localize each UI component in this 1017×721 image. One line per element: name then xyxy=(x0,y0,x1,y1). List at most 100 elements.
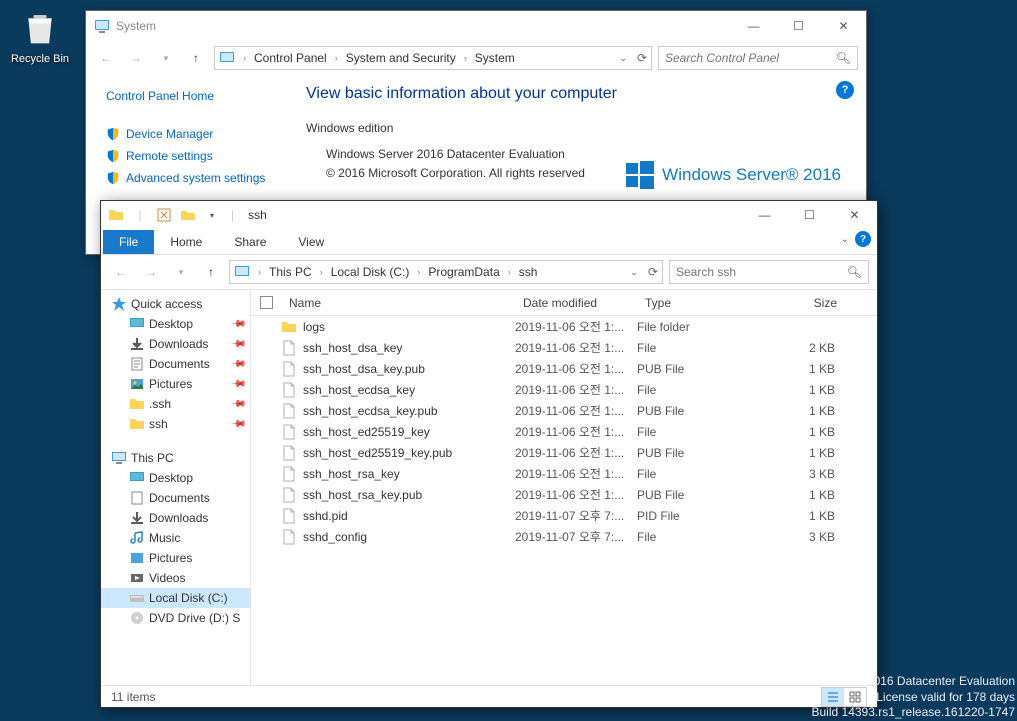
search-box[interactable]: 🔍︎ xyxy=(669,260,869,284)
navigation-pane[interactable]: Quick access Desktop📌 Downloads📌 Documen… xyxy=(101,290,251,685)
column-header-check[interactable] xyxy=(251,290,281,315)
maximize-button[interactable]: ☐ xyxy=(787,201,832,230)
nav-pictures[interactable]: Pictures📌 xyxy=(101,374,250,394)
recent-dropdown[interactable]: ▾ xyxy=(169,260,193,284)
device-manager-link[interactable]: Device Manager xyxy=(96,123,276,145)
system-title-bar[interactable]: System — ☐ ✕ xyxy=(86,11,866,41)
nav-pc-downloads[interactable]: Downloads xyxy=(101,508,250,528)
chevron-right-icon[interactable]: › xyxy=(413,267,424,277)
address-bar[interactable]: › Control Panel › System and Security › … xyxy=(214,46,652,70)
tab-home[interactable]: Home xyxy=(154,230,218,254)
chevron-right-icon[interactable]: › xyxy=(239,53,250,63)
control-panel-home-link[interactable]: Control Panel Home xyxy=(96,89,276,103)
os-brand-text: Windows Server® 2016 xyxy=(662,165,841,185)
ribbon-tabs: File Home Share View ⌄ ? xyxy=(101,229,877,255)
desktop-icon-label: Recycle Bin xyxy=(5,53,75,65)
address-dropdown-icon[interactable]: ⌄ xyxy=(624,267,644,278)
file-name: sshd.pid xyxy=(303,509,348,523)
breadcrumb-item[interactable]: Local Disk (C:) xyxy=(331,265,410,279)
tab-file[interactable]: File xyxy=(103,230,154,254)
qat-separator: | xyxy=(129,204,151,226)
breadcrumb-item[interactable]: System and Security xyxy=(346,51,456,65)
desktop-icon-recycle-bin[interactable]: Recycle Bin xyxy=(5,10,75,65)
nav-desktop[interactable]: Desktop📌 xyxy=(101,314,250,334)
file-row[interactable]: ssh_host_ecdsa_key.pub2019-11-06 오전 1:..… xyxy=(251,400,877,421)
search-icon[interactable]: 🔍︎ xyxy=(836,51,851,65)
back-button[interactable]: ← xyxy=(109,260,133,284)
windows-logo-icon xyxy=(626,161,654,189)
qat-newfolder-icon[interactable] xyxy=(177,204,199,226)
refresh-icon[interactable]: ⟳ xyxy=(637,51,647,65)
file-row[interactable]: ssh_host_ed25519_key.pub2019-11-06 오전 1:… xyxy=(251,442,877,463)
close-button[interactable]: ✕ xyxy=(821,12,866,41)
nav-pc-music[interactable]: Music xyxy=(101,528,250,548)
file-row[interactable]: logs2019-11-06 오전 1:...File folder xyxy=(251,316,877,337)
qat-properties-icon[interactable] xyxy=(153,204,175,226)
remote-settings-link[interactable]: Remote settings xyxy=(96,145,276,167)
maximize-button[interactable]: ☐ xyxy=(776,12,821,41)
nav-pc-pictures[interactable]: Pictures xyxy=(101,548,250,568)
breadcrumb-item[interactable]: ProgramData xyxy=(428,265,499,279)
chevron-right-icon[interactable]: › xyxy=(331,53,342,63)
nav-ssh[interactable]: ssh📌 xyxy=(101,414,250,434)
column-header-type[interactable]: Type xyxy=(637,290,755,315)
forward-button[interactable]: → xyxy=(139,260,163,284)
nav-local-disk-c[interactable]: Local Disk (C:) xyxy=(101,588,250,608)
advanced-settings-link[interactable]: Advanced system settings xyxy=(96,167,276,189)
help-icon[interactable]: ? xyxy=(855,231,871,247)
chevron-right-icon[interactable]: › xyxy=(254,267,265,277)
tab-view[interactable]: View xyxy=(282,230,340,254)
address-dropdown-icon[interactable]: ⌄ xyxy=(613,53,633,64)
file-row[interactable]: ssh_host_dsa_key2019-11-06 오전 1:...File2… xyxy=(251,337,877,358)
search-box[interactable]: 🔍︎ xyxy=(658,46,858,70)
breadcrumb-item[interactable]: Control Panel xyxy=(254,51,327,65)
recent-dropdown[interactable]: ▾ xyxy=(154,46,178,70)
nav-downloads[interactable]: Downloads📌 xyxy=(101,334,250,354)
back-button[interactable]: ← xyxy=(94,46,118,70)
qat-customize-dropdown[interactable]: ▾ xyxy=(201,204,223,226)
status-item-count: 11 items xyxy=(111,690,155,704)
help-icon[interactable]: ? xyxy=(836,81,854,99)
column-header-name[interactable]: Name xyxy=(281,290,515,315)
minimize-button[interactable]: — xyxy=(742,201,787,230)
file-row[interactable]: ssh_host_dsa_key.pub2019-11-06 오전 1:...P… xyxy=(251,358,877,379)
file-row[interactable]: ssh_host_rsa_key.pub2019-11-06 오전 1:...P… xyxy=(251,484,877,505)
qat-folder-icon[interactable] xyxy=(105,204,127,226)
breadcrumb-item[interactable]: This PC xyxy=(269,265,312,279)
nav-pc-documents[interactable]: Documents xyxy=(101,488,250,508)
search-input[interactable] xyxy=(676,265,847,279)
file-row[interactable]: ssh_host_ecdsa_key2019-11-06 오전 1:...Fil… xyxy=(251,379,877,400)
nav-dvd-drive[interactable]: DVD Drive (D:) S xyxy=(101,608,250,628)
file-row[interactable]: sshd.pid2019-11-07 오후 7:...PID File1 KB xyxy=(251,505,877,526)
nav-pc-videos[interactable]: Videos xyxy=(101,568,250,588)
nav-documents[interactable]: Documents📌 xyxy=(101,354,250,374)
column-header-date[interactable]: Date modified xyxy=(515,290,637,315)
file-row[interactable]: sshd_config2019-11-07 오후 7:...File3 KB xyxy=(251,526,877,547)
nav-quick-access[interactable]: Quick access xyxy=(101,294,250,314)
column-header-size[interactable]: Size xyxy=(755,290,845,315)
chevron-right-icon[interactable]: › xyxy=(460,53,471,63)
search-icon[interactable]: 🔍︎ xyxy=(847,265,862,279)
tab-share[interactable]: Share xyxy=(218,230,282,254)
chevron-right-icon[interactable]: › xyxy=(316,267,327,277)
forward-button[interactable]: → xyxy=(124,46,148,70)
file-date: 2019-11-06 오전 1:... xyxy=(515,486,637,503)
address-bar[interactable]: › This PC › Local Disk (C:) › ProgramDat… xyxy=(229,260,663,284)
nav-pc-desktop[interactable]: Desktop xyxy=(101,468,250,488)
chevron-right-icon[interactable]: › xyxy=(504,267,515,277)
file-row[interactable]: ssh_host_rsa_key2019-11-06 오전 1:...File3… xyxy=(251,463,877,484)
close-button[interactable]: ✕ xyxy=(832,201,877,230)
refresh-icon[interactable]: ⟳ xyxy=(648,265,658,279)
nav-this-pc[interactable]: This PC xyxy=(101,448,250,468)
minimize-button[interactable]: — xyxy=(731,12,776,41)
file-row[interactable]: ssh_host_ed25519_key2019-11-06 오전 1:...F… xyxy=(251,421,877,442)
explorer-title-bar[interactable]: | ▾ | ssh — ☐ ✕ xyxy=(101,201,877,229)
breadcrumb-item[interactable]: System xyxy=(475,51,515,65)
up-button[interactable]: ↑ xyxy=(199,260,223,284)
up-button[interactable]: ↑ xyxy=(184,46,208,70)
ribbon-expand-icon[interactable]: ⌄ xyxy=(841,234,849,245)
search-input[interactable] xyxy=(665,51,836,65)
breadcrumb-item[interactable]: ssh xyxy=(519,265,538,279)
file-name: ssh_host_rsa_key xyxy=(303,467,400,481)
nav-dotssh[interactable]: .ssh📌 xyxy=(101,394,250,414)
